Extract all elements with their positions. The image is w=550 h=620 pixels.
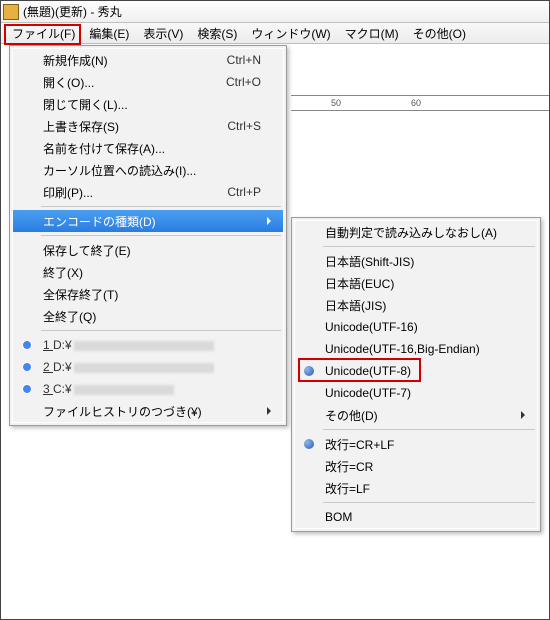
mi-enc-utf16[interactable]: Unicode(UTF-16) [295, 316, 537, 338]
mi-enc-sjis[interactable]: 日本語(Shift-JIS) [295, 250, 537, 272]
mi-label: 改行=CR [325, 458, 373, 475]
mi-label: カーソル位置への読込み(I)... [43, 162, 196, 179]
mi-label: 開く(O)... [43, 74, 94, 91]
separator [323, 502, 535, 503]
mi-enc-utf7[interactable]: Unicode(UTF-7) [295, 382, 537, 404]
menu-window[interactable]: ウィンドウ(W) [244, 23, 337, 44]
mi-encoding[interactable]: エンコードの種類(D) [13, 210, 283, 232]
mi-label: 日本語(EUC) [325, 275, 394, 292]
mi-label: 閉じて開く(L)... [43, 96, 128, 113]
mi-exit[interactable]: 終了(X) [13, 261, 283, 283]
mi-enc-auto[interactable]: 自動判定で読み込みしなおし(A) [295, 221, 537, 243]
mi-mru-3[interactable]: 3 C:¥ [13, 378, 283, 400]
ruler-mark-60: 60 [411, 98, 421, 108]
mi-label: 保存して終了(E) [43, 242, 131, 259]
mi-enc-other[interactable]: その他(D) [295, 404, 537, 426]
mi-lf[interactable]: 改行=LF [295, 477, 537, 499]
mi-open[interactable]: 開く(O)... Ctrl+O [13, 71, 283, 93]
menu-macro[interactable]: マクロ(M) [338, 23, 406, 44]
mi-cr[interactable]: 改行=CR [295, 455, 537, 477]
chrome-icon [19, 337, 35, 353]
mru-path-blur [74, 363, 214, 373]
mi-bom[interactable]: BOM [295, 506, 537, 528]
mru-drive: C:¥ [53, 382, 72, 396]
menu-file-dropdown: 新規作成(N) Ctrl+N 開く(O)... Ctrl+O 閉じて開く(L).… [9, 45, 287, 426]
mi-exit-all[interactable]: 全終了(Q) [13, 305, 283, 327]
mi-print[interactable]: 印刷(P)... Ctrl+P [13, 181, 283, 203]
mi-enc-utf8[interactable]: Unicode(UTF-8) [295, 360, 537, 382]
chrome-icon [19, 359, 35, 375]
mi-label: Unicode(UTF-16) [325, 320, 418, 334]
menu-encoding-dropdown: 自動判定で読み込みしなおし(A) 日本語(Shift-JIS) 日本語(EUC)… [291, 217, 541, 532]
mi-save[interactable]: 上書き保存(S) Ctrl+S [13, 115, 283, 137]
mru-path-blur [74, 341, 214, 351]
mi-label: 日本語(Shift-JIS) [325, 253, 414, 270]
mi-label: 改行=LF [325, 480, 370, 497]
mi-save-as[interactable]: 名前を付けて保存(A)... [13, 137, 283, 159]
mi-shortcut: Ctrl+S [207, 119, 261, 133]
ruler-mark-50: 50 [331, 98, 341, 108]
mi-label: Unicode(UTF-16,Big-Endian) [325, 342, 480, 356]
mi-mru-2[interactable]: 2 D:¥ [13, 356, 283, 378]
mi-enc-jis[interactable]: 日本語(JIS) [295, 294, 537, 316]
app-icon [3, 4, 19, 20]
mi-label: ファイルヒストリのつづき(¥) [43, 403, 202, 420]
mi-label: Unicode(UTF-8) [325, 364, 411, 378]
mru-path-blur [74, 385, 174, 395]
window-title: (無題)(更新) - 秀丸 [23, 3, 122, 20]
mi-label: 新規作成(N) [43, 52, 108, 69]
mi-label: BOM [325, 510, 352, 524]
mi-label: 日本語(JIS) [325, 297, 386, 314]
menu-file[interactable]: ファイル(F) [5, 23, 82, 44]
mi-save-all-exit[interactable]: 全保存終了(T) [13, 283, 283, 305]
separator [41, 330, 281, 331]
radio-selected-icon [304, 366, 314, 376]
mi-label: エンコードの種類(D) [43, 213, 156, 230]
mi-label: 全終了(Q) [43, 308, 96, 325]
radio-selected-icon [304, 439, 314, 449]
mru-index: 2 [43, 360, 53, 374]
mi-label: 上書き保存(S) [43, 118, 119, 135]
chrome-icon [19, 381, 35, 397]
mru-drive: D:¥ [53, 338, 72, 352]
mi-file-history[interactable]: ファイルヒストリのつづき(¥) [13, 400, 283, 422]
mi-new[interactable]: 新規作成(N) Ctrl+N [13, 49, 283, 71]
mi-label: 終了(X) [43, 264, 83, 281]
mi-close-open[interactable]: 閉じて開く(L)... [13, 93, 283, 115]
menu-edit[interactable]: 編集(E) [82, 23, 136, 44]
mi-label: 改行=CR+LF [325, 436, 394, 453]
separator [41, 235, 281, 236]
mi-label: 自動判定で読み込みしなおし(A) [325, 224, 497, 241]
separator [323, 429, 535, 430]
mi-label: 名前を付けて保存(A)... [43, 140, 165, 157]
menu-view[interactable]: 表示(V) [136, 23, 190, 44]
mi-enc-euc[interactable]: 日本語(EUC) [295, 272, 537, 294]
mi-mru-1[interactable]: 1 D:¥ [13, 334, 283, 356]
mi-enc-utf16be[interactable]: Unicode(UTF-16,Big-Endian) [295, 338, 537, 360]
separator [323, 246, 535, 247]
separator [41, 206, 281, 207]
menu-search[interactable]: 検索(S) [190, 23, 244, 44]
mru-index: 3 [43, 382, 53, 396]
mi-shortcut: Ctrl+N [207, 53, 261, 67]
mi-label: その他(D) [325, 407, 378, 424]
mi-shortcut: Ctrl+P [207, 185, 261, 199]
mi-save-exit[interactable]: 保存して終了(E) [13, 239, 283, 261]
menubar: ファイル(F) 編集(E) 表示(V) 検索(S) ウィンドウ(W) マクロ(M… [1, 23, 549, 44]
mi-crlf[interactable]: 改行=CR+LF [295, 433, 537, 455]
mi-load-cursor[interactable]: カーソル位置への読込み(I)... [13, 159, 283, 181]
ruler: 50 60 [291, 95, 549, 111]
mru-index: 1 [43, 338, 53, 352]
menu-other[interactable]: その他(O) [406, 23, 473, 44]
mru-drive: D:¥ [53, 360, 72, 374]
mi-label: 印刷(P)... [43, 184, 93, 201]
mi-label: Unicode(UTF-7) [325, 386, 411, 400]
mi-label: 全保存終了(T) [43, 286, 118, 303]
titlebar: (無題)(更新) - 秀丸 [1, 1, 549, 23]
mi-shortcut: Ctrl+O [206, 75, 261, 89]
